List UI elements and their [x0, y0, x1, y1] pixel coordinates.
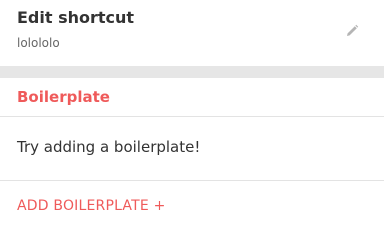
page-title: Edit shortcut	[17, 8, 135, 27]
add-boilerplate-button[interactable]: ADD BOILERPLATE +	[17, 198, 166, 214]
pencil-icon	[345, 23, 359, 42]
empty-state-row: Try adding a boilerplate!	[0, 117, 384, 181]
section-divider	[0, 66, 384, 78]
section-title: Boilerplate	[17, 88, 110, 106]
shortcut-name: lolololo	[17, 36, 60, 50]
edit-shortcut-screen: Edit shortcut lolololo Boilerplate Try a…	[0, 0, 384, 216]
pencil-icon-svg	[347, 24, 359, 36]
header: Edit shortcut lolololo	[0, 0, 384, 66]
empty-state-message: Try adding a boilerplate!	[17, 138, 201, 156]
edit-shortcut-button[interactable]	[342, 22, 362, 42]
boilerplate-section-header: Boilerplate	[0, 78, 384, 117]
